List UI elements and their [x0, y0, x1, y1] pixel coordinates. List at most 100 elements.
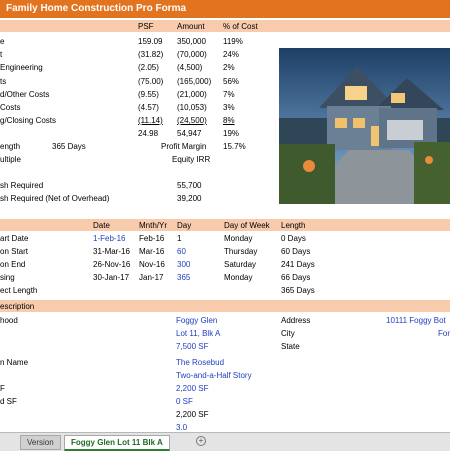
schedule-row-length: 0 Days	[281, 234, 306, 243]
schedule-row-month: Mar-16	[139, 247, 165, 256]
cash-required-label: sh Required	[0, 181, 44, 190]
schedule-row-label: ect Length	[0, 286, 38, 295]
cost-row-label: g/Closing Costs	[0, 116, 57, 125]
plus-icon: +	[198, 436, 204, 445]
cash-net-value: 39,200	[177, 194, 202, 203]
cost-row-label: Costs	[0, 103, 21, 112]
day-of-week-header: Day of Week	[224, 221, 270, 230]
lot-size-value[interactable]: 7,500 SF	[176, 342, 208, 352]
schedule-row-label: sing	[0, 273, 15, 282]
schedule-row-dow: Monday	[224, 234, 253, 243]
cost-row-label: ts	[0, 77, 7, 86]
city-label: City	[281, 329, 295, 338]
sf2-label: d SF	[0, 397, 17, 406]
tab-foggy-glen-label: Foggy Glen Lot 11 Blk A	[71, 438, 163, 447]
cost-row-amount: (24,500)	[177, 116, 207, 125]
plan-name-label: n Name	[0, 358, 29, 367]
address-value[interactable]: 10111 Foggy Bot	[386, 316, 446, 326]
schedule-row-date: 31-Mar-16	[93, 247, 130, 256]
tab-version[interactable]: Version	[20, 435, 61, 450]
house-illustration	[279, 48, 450, 204]
cost-row-pct: 8%	[223, 116, 235, 125]
cost-row-amount: 350,000	[177, 37, 206, 46]
amount-header: Amount	[177, 22, 205, 31]
cost-row-pct: 24%	[223, 50, 240, 59]
cost-row-amount: (165,000)	[177, 77, 212, 86]
schedule-row-day[interactable]: 300	[177, 260, 190, 270]
cost-row-label: Engineering	[0, 63, 43, 72]
cost-row-amount: (70,000)	[177, 50, 207, 59]
psf-header: PSF	[138, 22, 154, 31]
cost-row-amount: (21,000)	[177, 90, 207, 99]
house-photo	[279, 48, 450, 204]
schedule-row-dow: Saturday	[224, 260, 257, 269]
schedule-row-label: on End	[0, 260, 26, 269]
cost-row-psf: (31.82)	[138, 50, 164, 59]
cost-row-pct: 56%	[223, 77, 240, 86]
cost-row-pct: 2%	[223, 63, 235, 72]
schedule-row-length: 66 Days	[281, 273, 311, 282]
cash-net-label: sh Required (Net of Overhead)	[0, 194, 110, 203]
sf1-value[interactable]: 2,200 SF	[176, 384, 208, 394]
equity-irr-label: Equity IRR	[172, 155, 211, 164]
plan-name-value[interactable]: The Rosebud	[176, 358, 224, 368]
schedule-row-date: 26-Nov-16	[93, 260, 131, 269]
multiple-label: ultiple	[0, 155, 21, 164]
cost-row-psf: 159.09	[138, 37, 163, 46]
lot-value[interactable]: Lot 11, Blk A	[176, 329, 220, 339]
month-year-header: Mnth/Yr	[139, 221, 168, 230]
description-header: escription	[0, 302, 35, 311]
length-header: Length	[281, 221, 306, 230]
sf3-value: 2,200 SF	[176, 410, 209, 419]
schedule-row-label: on Start	[0, 247, 29, 256]
cost-row-psf: (4.57)	[138, 103, 159, 112]
cost-row-psf: (9.55)	[138, 90, 159, 99]
city-value[interactable]: For	[438, 329, 450, 339]
schedule-row-dow: Monday	[224, 273, 253, 282]
cost-total-pct: 19%	[223, 129, 240, 138]
date-header: Date	[93, 221, 110, 230]
cash-required-value: 55,700	[177, 181, 202, 190]
schedule-row-day: 1	[177, 234, 182, 243]
schedule-row-day[interactable]: 60	[177, 247, 186, 257]
profit-margin-label: Profit Margin	[161, 142, 207, 151]
cost-total-amount: 54,947	[177, 129, 202, 138]
sf2-value[interactable]: 0 SF	[176, 397, 193, 407]
sf1-label: F	[0, 384, 5, 393]
cost-row-label: t	[0, 50, 3, 59]
length-label: ength	[0, 142, 21, 151]
cost-total-psf: 24.98	[138, 129, 159, 138]
cost-row-label: e	[0, 37, 5, 46]
style-value[interactable]: Two-and-a-Half Story	[176, 371, 252, 381]
pct-header: % of Cost	[223, 22, 258, 31]
cost-row-psf: (11.14)	[138, 116, 163, 125]
schedule-row-label: art Date	[0, 234, 29, 243]
neighborhood-value[interactable]: Foggy Glen	[176, 316, 217, 326]
schedule-row-month: Feb-16	[139, 234, 165, 243]
neighborhood-label: hood	[0, 316, 18, 325]
schedule-row-month: Nov-16	[139, 260, 165, 269]
schedule-row-dow: Thursday	[224, 247, 258, 256]
cost-row-label: d/Other Costs	[0, 90, 50, 99]
state-label: State	[281, 342, 300, 351]
schedule-row-date: 30-Jan-17	[93, 273, 130, 282]
cost-row-pct: 119%	[223, 37, 243, 46]
description-header-band	[0, 300, 450, 312]
length-value: 365 Days	[52, 142, 86, 151]
schedule-row-date[interactable]: 1-Feb-16	[93, 234, 125, 244]
address-label: Address	[281, 316, 311, 325]
cost-row-psf: (75.00)	[138, 77, 164, 86]
day-header: Day	[177, 221, 192, 230]
schedule-row-length: 241 Days	[281, 260, 315, 269]
tab-version-label: Version	[27, 438, 54, 447]
cost-row-amount: (4,500)	[177, 63, 203, 72]
schedule-row-day[interactable]: 365	[177, 273, 190, 283]
sheet-tab-bar: Version Foggy Glen Lot 11 Blk A +	[0, 432, 450, 451]
cost-row-amount: (10,053)	[177, 103, 207, 112]
schedule-row-length: 60 Days	[281, 247, 311, 256]
tab-foggy-glen[interactable]: Foggy Glen Lot 11 Blk A	[64, 435, 170, 451]
schedule-row-length: 365 Days	[281, 286, 315, 295]
add-sheet-button[interactable]: +	[196, 436, 206, 446]
profit-margin-value: 15.7%	[223, 142, 246, 151]
sheet-title: Family Home Construction Pro Forma	[6, 3, 187, 14]
